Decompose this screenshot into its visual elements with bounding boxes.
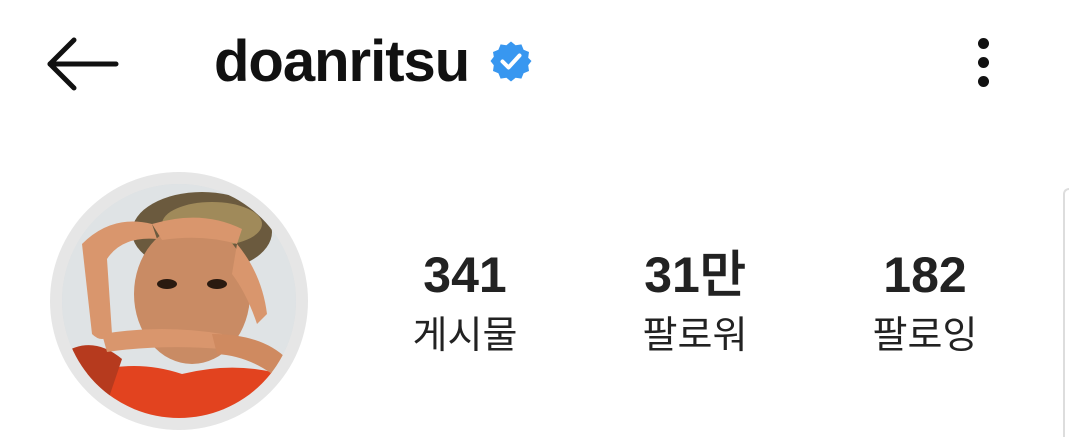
verified-badge-icon [490,40,532,82]
more-options-button[interactable] [966,36,1002,88]
following-label: 팔로잉 [872,315,978,357]
profile-photo [62,184,296,418]
following-count: 182 [883,247,967,303]
followers-label: 팔로워 [642,315,748,357]
posts-stat[interactable]: 341 게시물 [365,245,565,359]
more-vertical-icon-dot [978,57,989,68]
more-vertical-icon-dot [978,76,989,87]
following-stat[interactable]: 182 팔로잉 [825,245,1025,359]
posts-label: 게시물 [412,315,518,357]
back-button[interactable] [46,36,120,92]
followers-count: 31만 [644,247,746,303]
profile-page: doanritsu 341 게시물 31만 팔로워 182 팔로잉 [0,0,1069,437]
posts-count: 341 [423,247,507,303]
followers-stat[interactable]: 31만 팔로워 [595,245,795,359]
avatar[interactable] [62,184,296,418]
profile-username[interactable]: doanritsu [214,30,470,94]
back-arrow-icon [47,37,119,91]
side-panel-edge [1063,188,1069,437]
more-vertical-icon [978,38,989,49]
